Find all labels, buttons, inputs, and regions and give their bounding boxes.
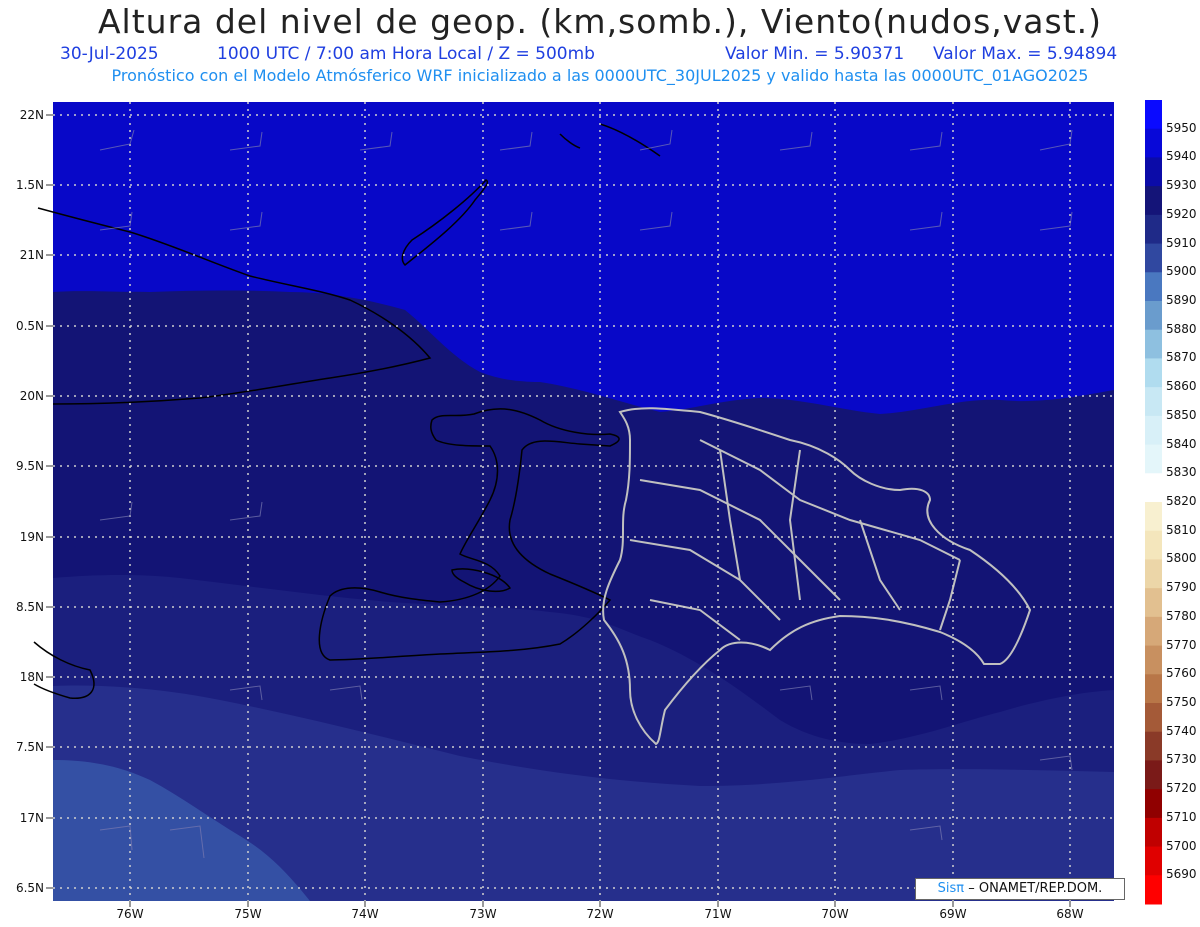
colorbar <box>1145 100 1162 905</box>
colorbar-label: 5780 <box>1166 608 1197 623</box>
colorbar-swatch <box>1145 387 1162 417</box>
lon-label: 73W <box>469 907 497 921</box>
colorbar-swatch <box>1145 817 1162 848</box>
lat-label: 22N <box>19 108 44 122</box>
colorbar-swatch <box>1145 789 1162 819</box>
lon-label: 74W <box>351 907 379 921</box>
colorbar-swatch <box>1145 731 1162 761</box>
colorbar-label: 5720 <box>1166 781 1197 796</box>
lon-label: 71W <box>704 907 732 921</box>
lat-label: 0.5N <box>15 319 44 333</box>
colorbar-label: 5700 <box>1166 838 1197 853</box>
colorbar-swatch <box>1145 186 1162 216</box>
lon-label: 70W <box>821 907 849 921</box>
lat-label: 7.5N <box>15 740 44 754</box>
colorbar-label: 5900 <box>1166 264 1197 279</box>
colorbar-label: 5860 <box>1166 379 1197 394</box>
colorbar-label: 5940 <box>1166 149 1197 164</box>
colorbar-swatch <box>1145 846 1162 876</box>
colorbar-label: 5710 <box>1166 809 1197 824</box>
colorbar-swatch <box>1145 645 1162 675</box>
colorbar-label: 5910 <box>1166 235 1197 250</box>
colorbar-swatch <box>1145 875 1162 905</box>
colorbar-swatch <box>1145 214 1162 245</box>
colorbar-label: 5890 <box>1166 293 1197 307</box>
colorbar-swatch <box>1145 444 1162 474</box>
colorbar-swatch <box>1145 530 1162 560</box>
lon-label: 69W <box>939 907 967 921</box>
colorbar-swatch <box>1145 272 1162 302</box>
credit-box: Sisπ – ONAMET/REP.DOM. <box>915 878 1125 900</box>
credit-brand: Sisπ <box>937 881 965 896</box>
colorbar-swatch <box>1145 358 1162 388</box>
lat-label: 18N <box>19 670 44 684</box>
lat-label: 20N <box>19 389 44 403</box>
colorbar-label: 5820 <box>1166 494 1197 508</box>
colorbar-label: 5690 <box>1166 867 1197 882</box>
colorbar-swatch <box>1145 243 1162 273</box>
colorbar-label: 5730 <box>1166 752 1197 767</box>
colorbar-label: 5930 <box>1166 178 1197 193</box>
colorbar-swatch <box>1145 559 1162 589</box>
colorbar-swatch <box>1145 588 1162 618</box>
colorbar-swatch <box>1145 128 1162 158</box>
lat-label: 8.5N <box>15 600 44 614</box>
colorbar-label: 5800 <box>1166 551 1197 566</box>
lat-label: 17N <box>19 811 44 825</box>
colorbar-label: 5810 <box>1166 522 1197 537</box>
colorbar-label: 5760 <box>1166 666 1197 681</box>
colorbar-swatch <box>1145 100 1162 130</box>
colorbar-label: 5740 <box>1166 723 1197 738</box>
colorbar-label: 5850 <box>1166 407 1197 422</box>
colorbar-swatch <box>1145 329 1162 359</box>
colorbar-swatch <box>1145 760 1162 790</box>
lat-label: 21N <box>19 248 44 262</box>
lat-label: 6.5N <box>15 881 44 895</box>
colorbar-swatch <box>1145 502 1162 532</box>
colorbar-label: 5950 <box>1166 120 1197 135</box>
colorbar-label: 5840 <box>1166 436 1197 451</box>
colorbar-swatch <box>1145 473 1162 503</box>
colorbar-label: 5750 <box>1166 695 1197 709</box>
lon-label: 76W <box>116 907 144 921</box>
colorbar-swatch <box>1145 616 1162 647</box>
colorbar-label: 5920 <box>1166 206 1197 221</box>
lat-label: 19N <box>19 530 44 544</box>
credit-text: – ONAMET/REP.DOM. <box>968 881 1103 896</box>
colorbar-swatch <box>1145 674 1162 704</box>
colorbar-swatch <box>1145 157 1162 187</box>
colorbar-label: 5790 <box>1166 580 1197 595</box>
lat-label: 9.5N <box>15 459 44 473</box>
colorbar-label: 5880 <box>1166 321 1197 336</box>
colorbar-swatch <box>1145 301 1162 331</box>
lon-label: 72W <box>586 907 614 921</box>
colorbar-label: 5870 <box>1166 350 1197 365</box>
colorbar-swatch <box>1145 703 1162 733</box>
lon-label: 68W <box>1056 907 1084 921</box>
lat-label: 1.5N <box>15 178 44 192</box>
lon-label: 75W <box>234 907 262 921</box>
colorbar-label: 5770 <box>1166 637 1197 652</box>
colorbar-swatch <box>1145 415 1162 446</box>
colorbar-label: 5830 <box>1166 465 1197 480</box>
forecast-map <box>33 100 1162 907</box>
